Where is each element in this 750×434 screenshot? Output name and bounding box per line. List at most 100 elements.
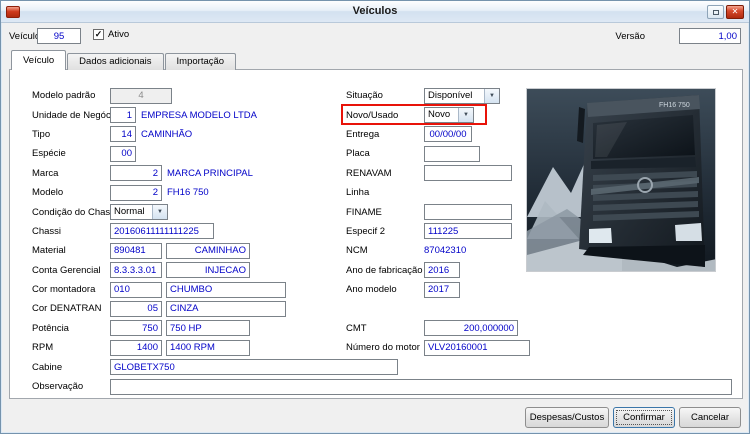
ano-fabricacao-label: Ano de fabricação (346, 264, 423, 276)
cabine-input[interactable] (110, 359, 398, 376)
cor-denatran-label: Cor DENATRAN (32, 303, 102, 315)
numero-motor-input[interactable] (424, 339, 530, 356)
confirmar-button[interactable]: Confirmar (613, 407, 675, 428)
conta-gerencial-desc-input[interactable] (166, 262, 250, 279)
marca-code-input[interactable] (110, 165, 162, 182)
numero-motor-row: Número do motor (346, 338, 606, 357)
unidade-negocio-desc: EMPRESA MODELO LTDA (141, 109, 257, 121)
especif2-label: Especif 2 (346, 225, 386, 237)
material-code-input[interactable] (110, 242, 162, 259)
cor-denatran-code-input[interactable] (110, 300, 162, 317)
unidade-negocio-code-input[interactable] (110, 107, 136, 124)
vehicle-photo: FH16 750 (526, 88, 716, 272)
vehicles-window: Veículos ✕ Veículo ✓ Ativo Versão Veícul… (0, 0, 750, 434)
chevron-down-icon[interactable]: ▼ (458, 108, 473, 123)
active-checkbox-group: ✓ Ativo (93, 29, 129, 40)
tab-veiculo[interactable]: Veículo (11, 50, 67, 70)
vehicle-id-input[interactable] (37, 28, 81, 44)
rpm-label: RPM (32, 342, 54, 354)
ncm-value: 87042310 (424, 245, 467, 257)
check-icon: ✓ (94, 29, 103, 39)
cmt-row: CMT (346, 319, 606, 338)
observacao-input[interactable] (110, 378, 732, 395)
cmt-label: CMT (346, 322, 367, 334)
marca-desc: MARCA PRINCIPAL (167, 167, 253, 179)
condicao-chassi-value: Normal (114, 206, 145, 218)
ncm-label: NCM (346, 245, 368, 257)
chevron-down-icon[interactable]: ▼ (484, 88, 499, 103)
active-label: Ativo (108, 29, 130, 40)
novo-usado-value: Novo (428, 109, 451, 121)
rpm-code-input[interactable] (110, 339, 162, 356)
vehicle-id-label: Veículo (9, 31, 41, 42)
finame-input[interactable] (424, 204, 512, 221)
version-input[interactable] (679, 28, 741, 44)
finame-label: FINAME (346, 206, 382, 218)
cor-montadora-code-input[interactable] (110, 281, 162, 298)
vehicle-tab-page: Modelo padrão Unidade de Negócio EMPRESA… (9, 69, 743, 399)
ano-modelo-input[interactable] (424, 281, 460, 298)
version-label: Versão (615, 31, 645, 42)
potencia-label: Potência (32, 322, 69, 334)
observacao-label: Observação (32, 381, 84, 393)
potencia-desc-input[interactable] (166, 320, 250, 337)
close-button[interactable]: ✕ (726, 5, 744, 19)
especif2-input[interactable] (424, 223, 512, 240)
renavam-input[interactable] (424, 165, 512, 182)
active-checkbox[interactable]: ✓ (93, 29, 104, 40)
placa-input[interactable] (424, 145, 480, 162)
cor-denatran-desc-input[interactable] (166, 300, 286, 317)
tipo-code-input[interactable] (110, 126, 136, 143)
cabine-row: Cabine (32, 357, 732, 376)
rpm-desc-input[interactable] (166, 339, 250, 356)
modelo-desc: FH16 750 (167, 187, 209, 199)
ano-modelo-label: Ano modelo (346, 284, 397, 296)
cancelar-button[interactable]: Cancelar (679, 407, 741, 428)
potencia-code-input[interactable] (110, 320, 162, 337)
modelo-label: Modelo (32, 187, 64, 199)
condicao-chassi-label: Condição do Chassi (32, 206, 118, 218)
tipo-desc: CAMINHÃO (141, 128, 193, 140)
truck-badge: FH16 750 (659, 102, 690, 109)
unidade-negocio-label: Unidade de Negócio (32, 109, 119, 121)
conta-gerencial-code-input[interactable] (110, 262, 162, 279)
cabine-label: Cabine (32, 361, 63, 373)
cor-montadora-desc-input[interactable] (166, 281, 286, 298)
maximize-button[interactable] (707, 5, 724, 19)
empty-row (346, 299, 606, 318)
tab-bar: Veículo Dados adicionais Importação (11, 50, 237, 70)
tab-importacao[interactable]: Importação (164, 53, 237, 70)
placa-label: Placa (346, 148, 370, 160)
window-title: Veículos (352, 5, 398, 17)
chassi-label: Chassi (32, 225, 62, 237)
especie-code-input[interactable] (110, 145, 136, 162)
situacao-value: Disponível (428, 89, 473, 101)
condicao-chassi-select[interactable]: Normal ▼ (110, 204, 168, 221)
situacao-select[interactable]: Disponível ▼ (424, 87, 500, 104)
entrega-input[interactable] (424, 126, 472, 143)
especie-label: Espécie (32, 148, 66, 160)
situacao-label: Situação (346, 90, 383, 102)
cmt-input[interactable] (424, 320, 518, 337)
titlebar: Veículos ✕ (1, 1, 749, 23)
material-desc-input[interactable] (166, 242, 250, 259)
maximize-icon (712, 9, 719, 15)
truck-image: FH16 750 (527, 89, 715, 271)
tipo-label: Tipo (32, 128, 51, 140)
cor-montadora-label: Cor montadora (32, 284, 96, 296)
entrega-label: Entrega (346, 128, 380, 140)
despesas-custos-button[interactable]: Despesas/Custos (525, 407, 609, 428)
tab-dados-adicionais[interactable]: Dados adicionais (67, 53, 164, 70)
chevron-down-icon[interactable]: ▼ (152, 205, 167, 220)
linha-label: Linha (346, 187, 370, 199)
novo-usado-select[interactable]: Novo ▼ (424, 107, 474, 124)
ano-fabricacao-input[interactable] (424, 262, 460, 279)
renavam-label: RENAVAM (346, 167, 392, 179)
numero-motor-label: Número do motor (346, 342, 420, 354)
observacao-row: Observação (32, 377, 732, 396)
modelo-code-input[interactable] (110, 184, 162, 201)
chassi-input[interactable] (110, 223, 214, 240)
material-label: Material (32, 245, 66, 257)
close-icon: ✕ (731, 7, 739, 16)
modelo-padrao-label: Modelo padrão (32, 90, 96, 102)
